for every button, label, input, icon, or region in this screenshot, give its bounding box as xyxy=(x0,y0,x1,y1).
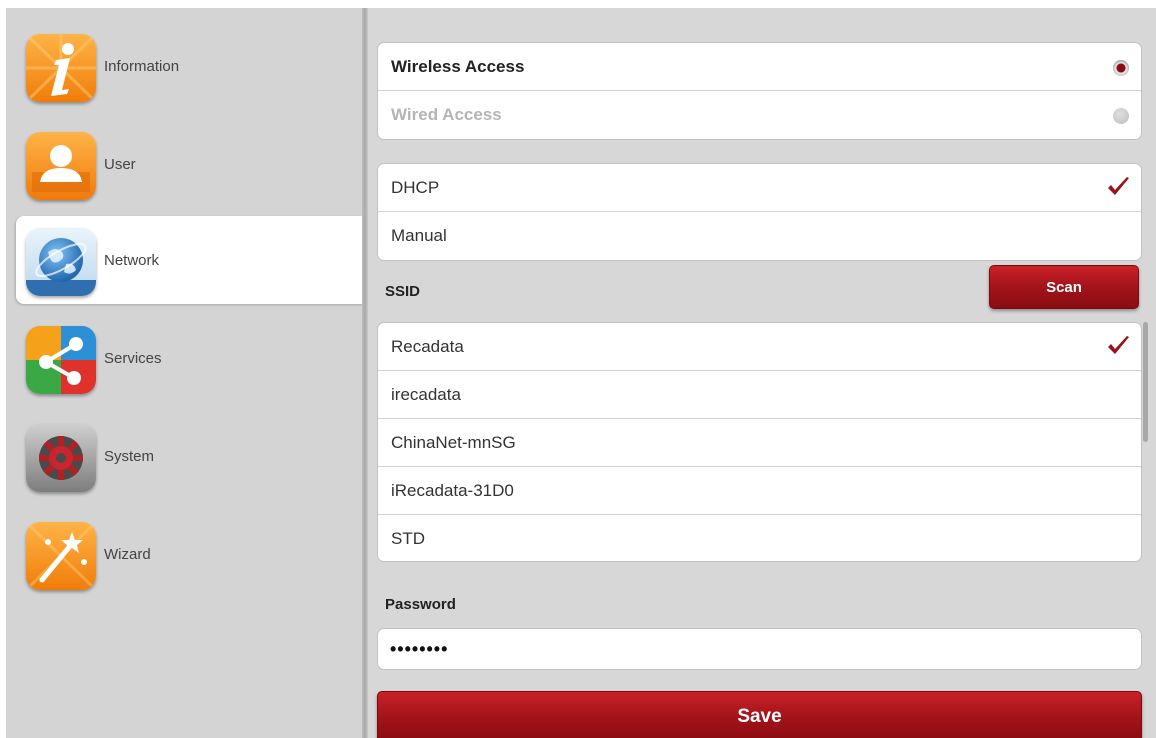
sidebar-item-label: System xyxy=(104,448,155,465)
wireless-access-label: Wireless Access xyxy=(391,56,525,76)
sidebar-item-network[interactable]: Network xyxy=(16,216,364,304)
access-type-list: Wireless Access Wired Access xyxy=(377,42,1142,140)
sidebar-item-label: Wizard xyxy=(104,546,151,563)
sidebar-item-system[interactable]: System xyxy=(16,412,364,500)
save-button[interactable]: Save xyxy=(377,691,1142,738)
sidebar: Information User Network Services System… xyxy=(6,8,364,738)
dhcp-label: DHCP xyxy=(391,177,440,197)
user-icon xyxy=(26,132,96,200)
sidebar-item-wizard[interactable]: Wizard xyxy=(16,510,364,598)
manual-option[interactable]: Manual xyxy=(378,212,1141,260)
sidebar-item-label: Network xyxy=(104,252,160,269)
ssid-name: irecadata xyxy=(391,384,461,404)
ssid-label: SSID xyxy=(385,283,421,300)
sidebar-item-user[interactable]: User xyxy=(16,120,364,208)
checkmark-icon xyxy=(1108,336,1129,354)
sidebar-item-label: User xyxy=(104,156,136,173)
list-item[interactable]: irecadata xyxy=(378,371,1141,419)
scan-button[interactable]: Scan xyxy=(989,265,1139,309)
ip-mode-list: DHCP Manual xyxy=(377,163,1142,261)
sidebar-item-label: Information xyxy=(104,58,180,75)
radio-selected-icon[interactable] xyxy=(1113,60,1129,76)
checkmark-icon xyxy=(1108,177,1129,195)
share-icon xyxy=(26,326,96,394)
ssid-list-scrollbar[interactable] xyxy=(1143,322,1148,442)
sidebar-item-label: Services xyxy=(104,350,162,367)
wireless-access-option[interactable]: Wireless Access xyxy=(378,43,1141,91)
ssid-name: Recadata xyxy=(391,336,464,356)
wired-access-label: Wired Access xyxy=(391,105,502,124)
ssid-name: iRecadata-31D0 xyxy=(391,480,514,500)
sidebar-item-services[interactable]: Services xyxy=(16,314,364,402)
ssid-list[interactable]: Recadata irecadata ChinaNet-mnSG iRecada… xyxy=(377,322,1142,562)
sidebar-item-information[interactable]: Information xyxy=(16,22,364,110)
ssid-name: ChinaNet-mnSG xyxy=(391,432,516,452)
list-item[interactable]: Recadata xyxy=(378,323,1141,371)
app-window: Information User Network Services System… xyxy=(6,8,1156,738)
radio-unselected-icon[interactable] xyxy=(1113,108,1129,124)
wired-access-option[interactable]: Wired Access xyxy=(378,91,1141,139)
sidebar-divider xyxy=(362,8,368,738)
password-label: Password xyxy=(385,596,456,613)
manual-label: Manual xyxy=(391,226,447,245)
list-item[interactable]: STD xyxy=(378,515,1141,561)
list-item[interactable]: iRecadata-31D0 xyxy=(378,467,1141,515)
gear-icon xyxy=(26,424,96,492)
globe-icon xyxy=(26,228,96,296)
password-field[interactable] xyxy=(377,628,1142,670)
ssid-name: STD xyxy=(391,529,425,548)
info-icon xyxy=(26,34,96,102)
magic-wand-icon xyxy=(26,522,96,590)
dhcp-option[interactable]: DHCP xyxy=(378,164,1141,212)
list-item[interactable]: ChinaNet-mnSG xyxy=(378,419,1141,467)
